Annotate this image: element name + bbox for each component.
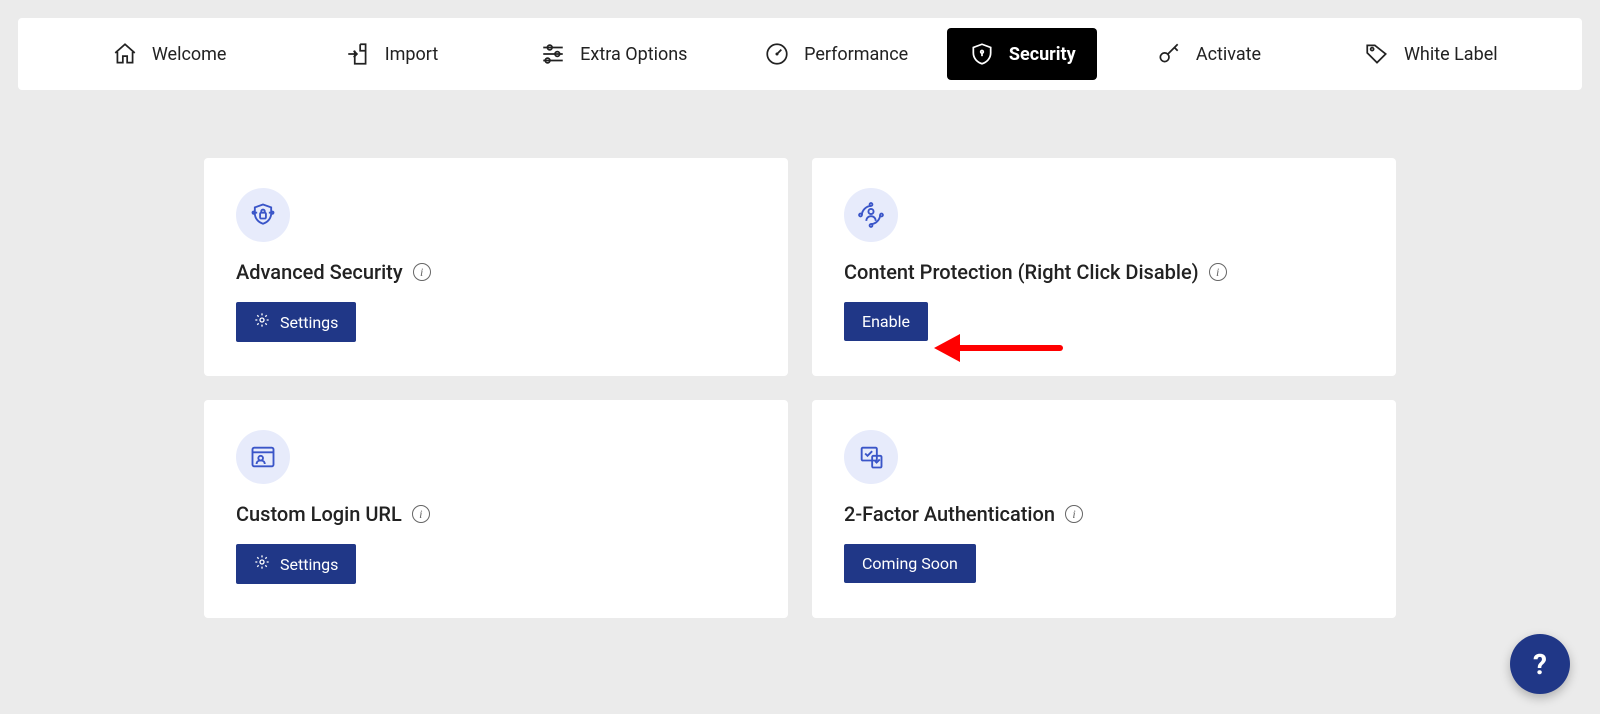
nav-tab-activate[interactable]: Activate: [1097, 18, 1319, 90]
nav-tab-label: Extra Options: [580, 44, 687, 65]
cards-grid: Advanced Security i Settings Content Pro…: [0, 108, 1600, 618]
coming-soon-button[interactable]: Coming Soon: [844, 544, 976, 583]
nav-tab-welcome[interactable]: Welcome: [58, 18, 280, 90]
help-fab-label: ?: [1533, 648, 1547, 681]
person-network-icon: [844, 188, 898, 242]
enable-button[interactable]: Enable: [844, 302, 928, 341]
card-content-protection: Content Protection (Right Click Disable)…: [812, 158, 1396, 376]
card-title: Custom Login URL: [236, 502, 402, 526]
nav-tab-white-label[interactable]: White Label: [1320, 18, 1542, 90]
info-icon[interactable]: i: [412, 505, 430, 523]
top-nav: Welcome Import Extra Options Performance…: [18, 18, 1582, 90]
card-title: Content Protection (Right Click Disable): [844, 260, 1199, 284]
card-title-row: Custom Login URL i: [236, 502, 756, 526]
card-title-row: 2-Factor Authentication i: [844, 502, 1364, 526]
browser-user-icon: [236, 430, 290, 484]
nav-tab-security[interactable]: Security: [947, 28, 1097, 80]
sliders-icon: [540, 41, 566, 67]
button-label: Settings: [280, 313, 338, 332]
shield-lock-icon: [236, 188, 290, 242]
nav-tab-label: White Label: [1404, 44, 1498, 65]
card-two-factor-auth: 2-Factor Authentication i Coming Soon: [812, 400, 1396, 618]
devices-check-icon: [844, 430, 898, 484]
nav-tab-label: Activate: [1196, 44, 1261, 65]
card-custom-login-url: Custom Login URL i Settings: [204, 400, 788, 618]
gear-icon: [254, 554, 270, 574]
nav-tab-label: Security: [1009, 44, 1076, 65]
nav-tab-extra-options[interactable]: Extra Options: [503, 18, 725, 90]
nav-tab-import[interactable]: Import: [280, 18, 502, 90]
button-label: Coming Soon: [862, 554, 958, 573]
shield-icon: [969, 41, 995, 67]
card-title-row: Advanced Security i: [236, 260, 756, 284]
gauge-icon: [764, 41, 790, 67]
tag-icon: [1364, 41, 1390, 67]
nav-tab-label: Performance: [804, 44, 908, 65]
info-icon[interactable]: i: [1065, 505, 1083, 523]
key-icon: [1156, 41, 1182, 67]
card-title-row: Content Protection (Right Click Disable)…: [844, 260, 1364, 284]
gear-icon: [254, 312, 270, 332]
button-label: Settings: [280, 555, 338, 574]
help-fab[interactable]: ?: [1510, 634, 1570, 694]
import-icon: [345, 41, 371, 67]
card-title: 2-Factor Authentication: [844, 502, 1055, 526]
button-label: Enable: [862, 312, 910, 331]
settings-button[interactable]: Settings: [236, 302, 356, 342]
info-icon[interactable]: i: [413, 263, 431, 281]
nav-tab-label: Import: [385, 44, 438, 65]
card-title: Advanced Security: [236, 260, 403, 284]
home-icon: [112, 41, 138, 67]
card-advanced-security: Advanced Security i Settings: [204, 158, 788, 376]
nav-tab-label: Welcome: [152, 44, 227, 65]
settings-button[interactable]: Settings: [236, 544, 356, 584]
info-icon[interactable]: i: [1209, 263, 1227, 281]
nav-tab-performance[interactable]: Performance: [725, 18, 947, 90]
